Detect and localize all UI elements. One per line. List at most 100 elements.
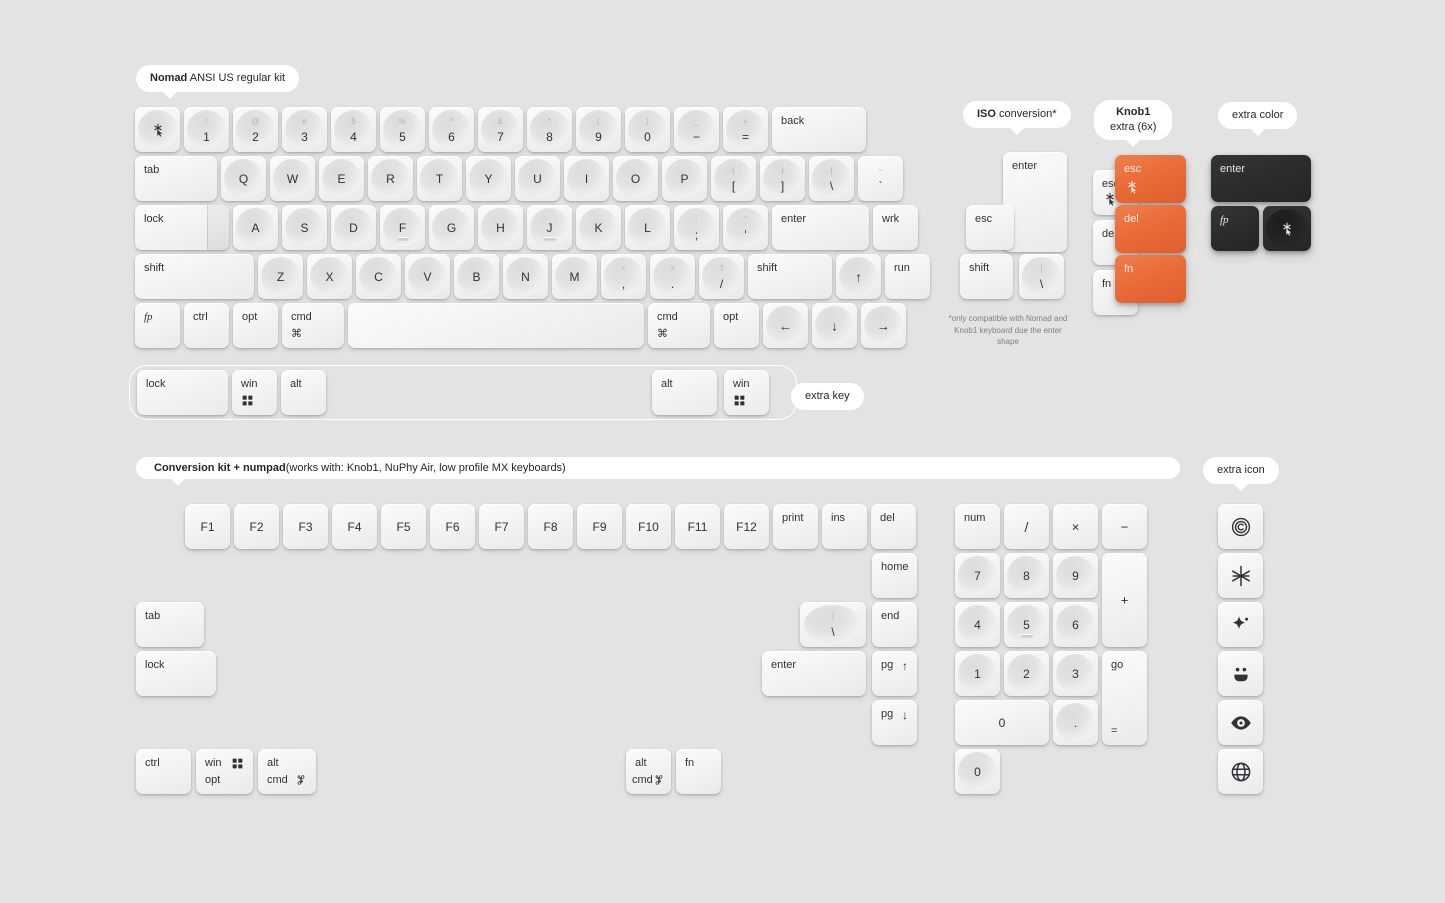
key-num-1[interactable]: 1 xyxy=(955,651,1000,696)
key-print[interactable]: print xyxy=(773,504,818,549)
key-arrow-right[interactable]: → xyxy=(861,303,906,348)
key-num-zero-wide[interactable]: 0 xyxy=(955,700,1049,745)
key-sym-0[interactable]: <, xyxy=(601,254,646,299)
key-7[interactable]: & 7 xyxy=(478,107,523,152)
key-F12[interactable]: F12 xyxy=(724,504,769,549)
key-F9[interactable]: F9 xyxy=(577,504,622,549)
key-num-zero[interactable]: 0 xyxy=(955,749,1000,794)
key-num-7[interactable]: 7 xyxy=(955,553,1000,598)
key-icon-copyright[interactable] xyxy=(1218,504,1263,549)
key-num-plus[interactable]: + xyxy=(1102,553,1147,647)
key-page-down[interactable]: pg ↓ xyxy=(872,700,917,745)
key-enter[interactable]: enter xyxy=(772,205,869,250)
key-F2[interactable]: F2 xyxy=(234,504,279,549)
key-conv-lock[interactable]: lock xyxy=(136,651,216,696)
key-K[interactable]: K xyxy=(576,205,621,250)
key-F6[interactable]: F6 xyxy=(430,504,475,549)
key-arrow-left[interactable]: ← xyxy=(763,303,808,348)
key-conv-alt-cmd-2[interactable]: alt cmd xyxy=(626,749,671,794)
key-black-esc[interactable] xyxy=(1263,206,1311,251)
key-tab[interactable]: tab xyxy=(135,156,217,201)
key-opt-right[interactable]: opt xyxy=(714,303,759,348)
key-icon-eye[interactable] xyxy=(1218,700,1263,745)
key-space[interactable] xyxy=(348,303,644,348)
key-Q[interactable]: Q xyxy=(221,156,266,201)
key-icon-sparkle[interactable] xyxy=(1218,602,1263,647)
key-extra-alt-left[interactable]: alt xyxy=(281,370,326,415)
key-num-minus[interactable]: − xyxy=(1102,504,1147,549)
key-end[interactable]: end xyxy=(872,602,917,647)
key-P[interactable]: P xyxy=(662,156,707,201)
key-6[interactable]: ^ 6 xyxy=(429,107,474,152)
key-ctrl[interactable]: ctrl xyxy=(184,303,229,348)
key-F[interactable]: F xyxy=(380,205,425,250)
key-I[interactable]: I xyxy=(564,156,609,201)
key-conv-ctrl[interactable]: ctrl xyxy=(136,749,191,794)
key-num-2[interactable]: 2 xyxy=(1004,651,1049,696)
key-extra-win-right[interactable]: win xyxy=(724,370,769,415)
key-9[interactable]: (9 xyxy=(576,107,621,152)
key-F7[interactable]: F7 xyxy=(479,504,524,549)
key-num-dot[interactable]: . xyxy=(1053,700,1098,745)
key-W[interactable]: W xyxy=(270,156,315,201)
key-extra-win-left[interactable]: win xyxy=(232,370,277,415)
key-wrk[interactable]: wrk xyxy=(873,205,918,250)
key-5[interactable]: % 5 xyxy=(380,107,425,152)
key-F5[interactable]: F5 xyxy=(381,504,426,549)
key-N[interactable]: N xyxy=(503,254,548,299)
key-num-go-equals[interactable]: go = xyxy=(1102,651,1147,745)
key-black-fp[interactable]: fp xyxy=(1211,206,1259,251)
key-8[interactable]: * 8 xyxy=(527,107,572,152)
key-shift-right[interactable]: shift xyxy=(748,254,832,299)
key-shift-left[interactable]: shift xyxy=(135,254,254,299)
key-4[interactable]: $4 xyxy=(331,107,376,152)
key-L[interactable]: L xyxy=(625,205,670,250)
key-R[interactable]: R xyxy=(368,156,413,201)
key-U[interactable]: U xyxy=(515,156,560,201)
key-tilde[interactable]: ~ ` xyxy=(858,156,903,201)
key-B[interactable]: B xyxy=(454,254,499,299)
key-F3[interactable]: F3 xyxy=(283,504,328,549)
key-caps-lock[interactable]: lock xyxy=(135,205,229,250)
key-cmd-left[interactable]: cmd ⌘ xyxy=(282,303,344,348)
key-sym-1[interactable]: >. xyxy=(650,254,695,299)
key-icon-smiley[interactable] xyxy=(1218,651,1263,696)
key-cmd-right[interactable]: cmd ⌘ xyxy=(648,303,710,348)
key-0[interactable]: ) 0 xyxy=(625,107,670,152)
key-T[interactable]: T xyxy=(417,156,462,201)
key-J[interactable]: J xyxy=(527,205,572,250)
key-arrow-up[interactable]: ↑ xyxy=(836,254,881,299)
key-conv-backslash[interactable]: | \ xyxy=(800,602,866,647)
key-iso-esc[interactable]: esc xyxy=(966,205,1014,250)
key-num-9[interactable]: 9 xyxy=(1053,553,1098,598)
key-back[interactable]: back xyxy=(772,107,866,152)
key-bracket-0[interactable]: {[ xyxy=(711,156,756,201)
key-black-enter[interactable]: enter xyxy=(1211,155,1311,202)
key-iso-shift[interactable]: shift xyxy=(960,254,1013,299)
key-iso-backslash[interactable]: | \ xyxy=(1019,254,1064,299)
key-S[interactable]: S xyxy=(282,205,327,250)
key-F11[interactable]: F11 xyxy=(675,504,720,549)
key-icon-globe[interactable] xyxy=(1218,749,1263,794)
key-A[interactable]: A xyxy=(233,205,278,250)
key-conv-alt-cmd[interactable]: alt cmd xyxy=(258,749,316,794)
key-D[interactable]: D xyxy=(331,205,376,250)
key-knob-del-orange[interactable]: del xyxy=(1115,205,1186,253)
key-ins[interactable]: ins xyxy=(822,504,867,549)
key-X[interactable]: X xyxy=(307,254,352,299)
key-knob-fn-orange[interactable]: fn xyxy=(1115,255,1186,303)
key-icon-asterisk[interactable] xyxy=(1218,553,1263,598)
key-bracket-2[interactable]: | \ xyxy=(809,156,854,201)
key-O[interactable]: O xyxy=(613,156,658,201)
key-=[interactable]: + = xyxy=(723,107,768,152)
key-num-4[interactable]: 4 xyxy=(955,602,1000,647)
key-Y[interactable]: Y xyxy=(466,156,511,201)
key-F8[interactable]: F8 xyxy=(528,504,573,549)
key-conv-fn[interactable]: fn xyxy=(676,749,721,794)
key-G[interactable]: G xyxy=(429,205,474,250)
key-Z[interactable]: Z xyxy=(258,254,303,299)
key-page-up[interactable]: pg ↑ xyxy=(872,651,917,696)
key-num-8[interactable]: 8 xyxy=(1004,553,1049,598)
key-num-5[interactable]: 5 xyxy=(1004,602,1049,647)
key-C[interactable]: C xyxy=(356,254,401,299)
